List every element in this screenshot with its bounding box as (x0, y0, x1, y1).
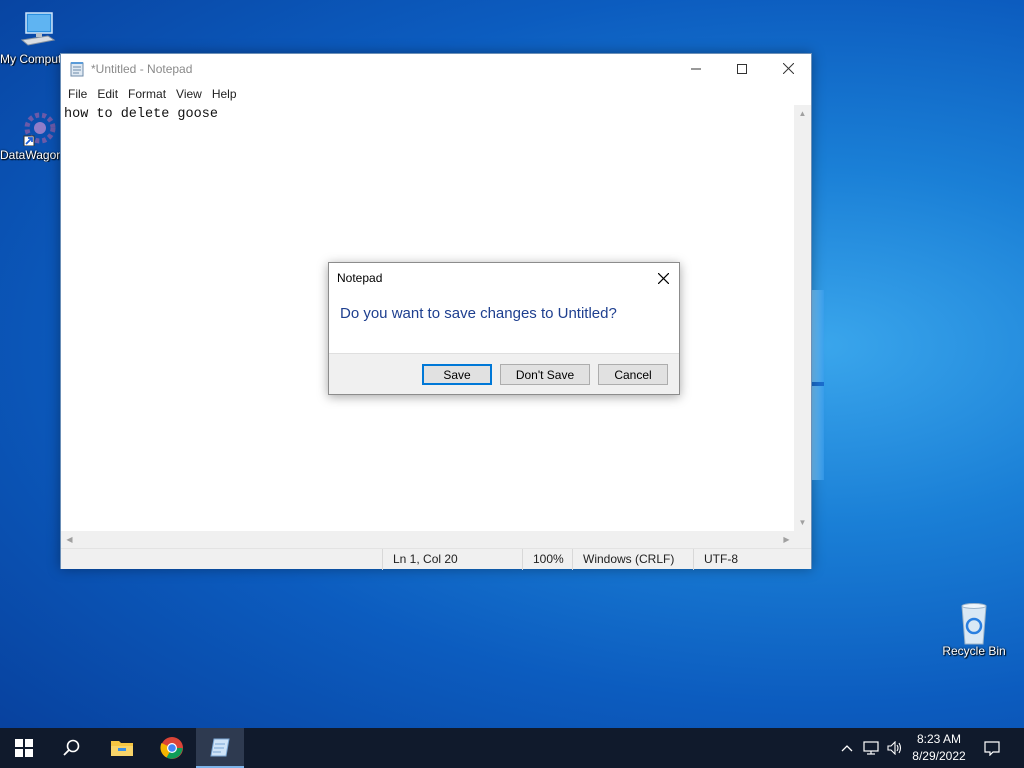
maximize-button[interactable] (719, 54, 765, 83)
computer-icon (18, 10, 58, 50)
horizontal-scrollbar[interactable]: ◀ ▶ (61, 531, 795, 548)
wallpaper-light-beam (812, 290, 824, 480)
window-title: *Untitled - Notepad (91, 61, 193, 76)
notepad-icon (210, 738, 230, 757)
clock-date: 8/29/2022 (912, 749, 966, 763)
scroll-up-icon[interactable]: ▲ (794, 105, 811, 122)
file-explorer-icon (111, 741, 133, 756)
dialog-message: Do you want to save changes to Untitled? (340, 305, 617, 322)
scroll-right-icon[interactable]: ▶ (778, 531, 795, 548)
close-icon (782, 63, 794, 74)
status-position: Ln 1, Col 20 (382, 549, 522, 570)
dont-save-button[interactable]: Don't Save (500, 364, 590, 385)
clock-time: 8:23 AM (916, 732, 962, 746)
notifications-button[interactable] (978, 728, 1006, 768)
status-encoding: UTF-8 (693, 549, 811, 570)
volume-icon (887, 741, 902, 755)
scrollbar-corner (794, 531, 811, 548)
show-hidden-icons-button[interactable] (836, 728, 858, 768)
desktop-icon-label: My Computer (0, 52, 60, 66)
chrome-icon (160, 737, 183, 759)
network-button[interactable] (860, 728, 882, 768)
file-explorer-button[interactable] (98, 728, 146, 768)
menu-format[interactable]: Format (123, 87, 171, 101)
menu-file[interactable]: File (63, 87, 92, 101)
menu-view[interactable]: View (171, 87, 207, 101)
scroll-down-icon[interactable]: ▼ (794, 514, 811, 531)
dialog-button-bar: Save Don't Save Cancel (329, 353, 679, 394)
desktop-icon-recycle-bin[interactable]: Recycle Bin (938, 602, 1010, 658)
menu-help[interactable]: Help (207, 87, 242, 101)
chevron-up-icon (841, 745, 853, 752)
dialog-title: Notepad (337, 271, 383, 285)
minimize-button[interactable] (673, 54, 719, 83)
menu-edit[interactable]: Edit (92, 87, 123, 101)
search-button[interactable] (48, 728, 96, 768)
chrome-button[interactable] (148, 728, 196, 768)
close-icon (657, 272, 669, 284)
title-bar[interactable]: *Untitled - Notepad (61, 54, 811, 83)
close-button[interactable] (765, 54, 811, 83)
network-icon (863, 741, 879, 755)
notepad-icon (69, 61, 85, 77)
taskbar: 8:23 AM 8/29/2022 (0, 728, 1024, 768)
save-button[interactable]: Save (422, 364, 492, 385)
start-icon (15, 739, 33, 757)
desktop-icon-label: Recycle Bin (942, 644, 1006, 658)
dialog-close-button[interactable] (647, 263, 679, 293)
menu-bar: File Edit Format View Help (61, 83, 811, 105)
save-changes-dialog: Notepad Do you want to save changes to U… (328, 262, 680, 395)
notepad-taskbar-button[interactable] (196, 728, 244, 768)
start-button[interactable] (0, 728, 48, 768)
status-bar: Ln 1, Col 20 100% Windows (CRLF) UTF-8 (61, 548, 811, 570)
notification-icon (984, 741, 1000, 756)
status-zoom: 100% (522, 549, 572, 570)
vertical-scrollbar[interactable]: ▲ ▼ (794, 105, 811, 531)
status-line-ending: Windows (CRLF) (572, 549, 693, 570)
maximize-icon (737, 63, 747, 74)
minimize-icon (691, 68, 701, 69)
cancel-button[interactable]: Cancel (598, 364, 668, 385)
volume-button[interactable] (884, 728, 906, 768)
search-icon (63, 739, 80, 756)
clock[interactable]: 8:23 AM 8/29/2022 (906, 731, 972, 765)
recycle-bin-icon (954, 602, 994, 645)
desktop-icon-label: DataWagon (0, 148, 60, 162)
scroll-left-icon[interactable]: ◀ (61, 531, 78, 548)
datawagon-icon (18, 106, 58, 147)
